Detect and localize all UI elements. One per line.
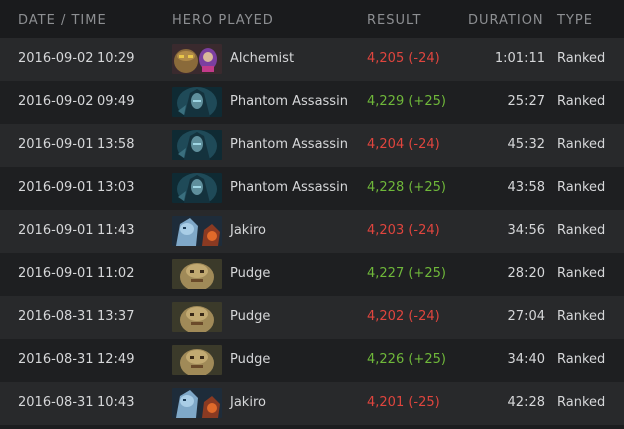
- match-duration: 45:32: [507, 137, 545, 152]
- match-time: 11:43: [97, 223, 135, 238]
- match-time: 11:02: [97, 266, 135, 281]
- match-date: 2016-08-31: [18, 352, 94, 367]
- match-result: 4,202 (-24): [367, 309, 440, 324]
- match-time: 13:03: [97, 180, 135, 195]
- match-time: 13:58: [97, 137, 135, 152]
- match-result: 4,229 (+25): [367, 94, 446, 109]
- match-date: 2016-09-01: [18, 137, 94, 152]
- hero-name: Alchemist: [230, 51, 295, 66]
- hero-name: Jakiro: [230, 223, 266, 238]
- column-header-duration[interactable]: DURATION: [468, 13, 544, 28]
- match-time: 10:29: [97, 51, 135, 66]
- match-time: 13:37: [97, 309, 135, 324]
- column-header-date-time[interactable]: DATE / TIME: [18, 13, 107, 28]
- table-row[interactable]: 2016-09-01 13:03 Phantom Assassin 4,228 (+2…: [0, 167, 624, 210]
- pudge-portrait-icon: [172, 302, 222, 332]
- match-type: Ranked: [557, 352, 606, 367]
- column-header-result[interactable]: RESULT: [367, 13, 421, 28]
- pudge-portrait-icon: [172, 345, 222, 375]
- alchemist-portrait-icon: [172, 44, 222, 74]
- match-duration: 43:58: [507, 180, 545, 195]
- hero-name: Phantom Assassin: [230, 180, 348, 195]
- phantom-assassin-portrait-icon: [172, 173, 222, 203]
- match-duration: 34:56: [507, 223, 545, 238]
- match-type: Ranked: [557, 223, 606, 238]
- match-date: 2016-08-31: [18, 309, 94, 324]
- match-type: Ranked: [557, 266, 606, 281]
- hero-name: Pudge: [230, 266, 271, 281]
- match-result: 4,227 (+25): [367, 266, 446, 281]
- match-date: 2016-09-01: [18, 223, 94, 238]
- match-date: 2016-08-31: [18, 395, 94, 410]
- table-row[interactable]: 2016-09-01 11:02 Pudge 4,227 (+25) 28:20 Rank…: [0, 253, 624, 296]
- match-time: 12:49: [97, 352, 135, 367]
- match-type: Ranked: [557, 137, 606, 152]
- table-header: DATE / TIME HERO PLAYED RESULT DURATION …: [0, 0, 624, 38]
- match-result: 4,228 (+25): [367, 180, 446, 195]
- jakiro-portrait-icon: [172, 388, 222, 418]
- match-result: 4,204 (-24): [367, 137, 440, 152]
- column-header-type[interactable]: TYPE: [557, 13, 593, 28]
- hero-name: Phantom Assassin: [230, 137, 348, 152]
- match-date: 2016-09-02: [18, 51, 94, 66]
- match-result: 4,226 (+25): [367, 352, 446, 367]
- match-type: Ranked: [557, 180, 606, 195]
- match-date: 2016-09-01: [18, 266, 94, 281]
- table-row[interactable]: 2016-09-02 09:49 Phantom Assassin 4,229 (+2…: [0, 81, 624, 124]
- match-time: 10:43: [97, 395, 135, 410]
- phantom-assassin-portrait-icon: [172, 87, 222, 117]
- phantom-assassin-portrait-icon: [172, 130, 222, 160]
- jakiro-portrait-icon: [172, 216, 222, 246]
- table-row[interactable]: 2016-08-31 13:37 Pudge 4,202 (-24) 27:04 Rank…: [0, 296, 624, 339]
- match-history-table: DATE / TIME HERO PLAYED RESULT DURATION …: [0, 0, 624, 429]
- hero-name: Pudge: [230, 309, 271, 324]
- match-duration: 27:04: [507, 309, 545, 324]
- pudge-portrait-icon: [172, 259, 222, 289]
- table-row[interactable]: 2016-09-01 13:58 Phantom Assassin 4,204 (-2…: [0, 124, 624, 167]
- match-type: Ranked: [557, 94, 606, 109]
- hero-name: Phantom Assassin: [230, 94, 348, 109]
- match-type: Ranked: [557, 309, 606, 324]
- table-row[interactable]: 2016-08-31 10:43 Jakiro 4,201 (-25) 42:28 Ran…: [0, 382, 624, 425]
- match-type: Ranked: [557, 51, 606, 66]
- hero-name: Jakiro: [230, 395, 266, 410]
- match-duration: 34:40: [507, 352, 545, 367]
- table-row[interactable]: 2016-08-31 12:49 Pudge 4,226 (+25) 34:40 Rank…: [0, 339, 624, 382]
- table-row[interactable]: 2016-09-02 10:29 Alchemist 4,205 (-24) 1:01:…: [0, 38, 624, 81]
- match-duration: 42:28: [507, 395, 545, 410]
- hero-name: Pudge: [230, 352, 271, 367]
- match-time: 09:49: [97, 94, 135, 109]
- match-date: 2016-09-02: [18, 94, 94, 109]
- match-type: Ranked: [557, 395, 606, 410]
- match-duration: 1:01:11: [494, 51, 545, 66]
- match-result: 4,201 (-25): [367, 395, 440, 410]
- match-result: 4,205 (-24): [367, 51, 440, 66]
- match-result: 4,203 (-24): [367, 223, 440, 238]
- match-date: 2016-09-01: [18, 180, 94, 195]
- column-header-hero[interactable]: HERO PLAYED: [172, 13, 274, 28]
- match-duration: 28:20: [507, 266, 545, 281]
- match-duration: 25:27: [507, 94, 545, 109]
- table-row[interactable]: 2016-09-01 11:43 Jakiro 4,203 (-24) 34:56 Ran…: [0, 210, 624, 253]
